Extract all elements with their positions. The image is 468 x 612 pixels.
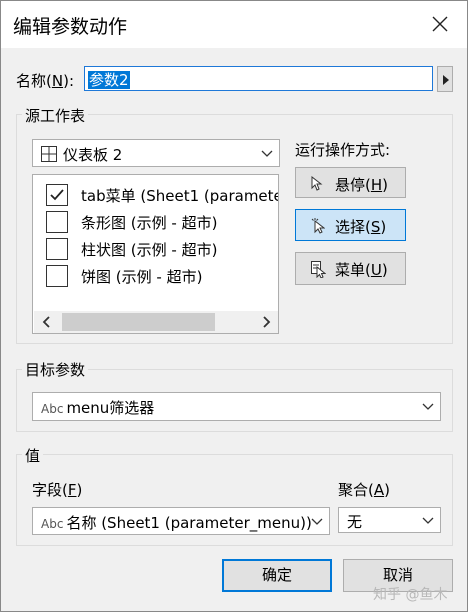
name-input[interactable]: 参数2 [84, 66, 433, 91]
title-bar: 编辑参数动作 [1, 1, 467, 48]
chevron-down-icon [422, 403, 434, 410]
watermark: 知乎 @鱼木 [373, 587, 448, 603]
list-item[interactable]: 条形图 (示例 - 超市) [33, 208, 278, 233]
value-group-title: 值 [22, 445, 44, 466]
run-mode-label: 运行操作方式: [295, 141, 391, 159]
aggregation-select-value: 无 [347, 513, 363, 531]
target-parameter-value: menu筛选器 [66, 399, 155, 417]
target-parameter-group-title: 目标参数 [22, 359, 89, 380]
menu-cursor-icon [311, 261, 326, 278]
source-sheets-group-title: 源工作表 [22, 105, 89, 126]
sheet-checkbox[interactable] [46, 211, 68, 233]
list-item[interactable]: 柱状图 (示例 - 超市) [33, 235, 278, 260]
name-input-value: 参数2 [88, 71, 130, 89]
field-select-value: 名称 (Sheet1 (parameter_menu)) [66, 514, 312, 532]
source-sheet-list: tab菜单 (Sheet1 (parameter_ 条形图 (示例 - 超市) … [32, 174, 279, 334]
checkmark-icon [50, 189, 64, 201]
field-label: 字段(F) [32, 481, 83, 499]
list-item[interactable]: 饼图 (示例 - 超市) [33, 262, 278, 287]
scrollbar-thumb[interactable] [62, 313, 215, 331]
chevron-down-icon [311, 518, 323, 525]
edit-parameter-action-dialog: 编辑参数动作 名称(N): 参数2 源工作表 仪表板 2 tab菜单 (Shee… [0, 0, 468, 612]
cursor-arrow-icon [311, 176, 323, 191]
name-insert-button[interactable] [437, 66, 453, 92]
sheet-checkbox[interactable] [46, 238, 68, 260]
aggregation-select[interactable]: 无 [338, 507, 441, 533]
dashboard-icon [41, 146, 57, 162]
field-select[interactable]: Abc 名称 (Sheet1 (parameter_menu)) [32, 507, 330, 535]
cursor-click-icon [311, 218, 325, 234]
scroll-right-icon[interactable] [260, 316, 272, 328]
name-label: 名称(N): [16, 72, 74, 90]
hover-mode-label: 悬停(H) [335, 176, 388, 194]
dialog-title: 编辑参数动作 [13, 16, 128, 38]
text-type-icon: Abc [41, 402, 64, 416]
text-type-icon: Abc [41, 517, 64, 531]
dashboard-select-value: 仪表板 2 [63, 146, 123, 164]
horizontal-scrollbar[interactable] [34, 311, 278, 333]
select-mode-label: 选择(S) [335, 218, 387, 236]
sheet-checkbox[interactable] [46, 265, 68, 287]
close-button[interactable] [421, 6, 459, 42]
menu-mode-label: 菜单(U) [335, 261, 388, 279]
chevron-down-icon [261, 150, 273, 157]
dashboard-select[interactable]: 仪表板 2 [32, 139, 280, 167]
hover-mode-button[interactable]: 悬停(H) [295, 167, 406, 198]
caret-right-icon [443, 75, 449, 85]
sheet-label: 柱状图 (示例 - 超市) [81, 241, 218, 259]
target-parameter-select[interactable]: Abc menu筛选器 [32, 392, 441, 421]
ok-button[interactable]: 确定 [222, 559, 332, 592]
aggregation-label: 聚合(A) [338, 481, 390, 499]
menu-mode-button[interactable]: 菜单(U) [295, 252, 406, 285]
sheet-label: 饼图 (示例 - 超市) [81, 268, 203, 286]
list-item[interactable]: tab菜单 (Sheet1 (parameter_ [33, 181, 279, 206]
sheet-label: tab菜单 (Sheet1 (parameter_ [81, 187, 279, 205]
sheet-checkbox[interactable] [46, 184, 68, 206]
sheet-label: 条形图 (示例 - 超市) [81, 214, 218, 232]
select-mode-button[interactable]: 选择(S) [295, 209, 406, 241]
close-icon [432, 16, 448, 32]
chevron-down-icon [422, 517, 434, 524]
scroll-left-icon[interactable] [41, 316, 53, 328]
